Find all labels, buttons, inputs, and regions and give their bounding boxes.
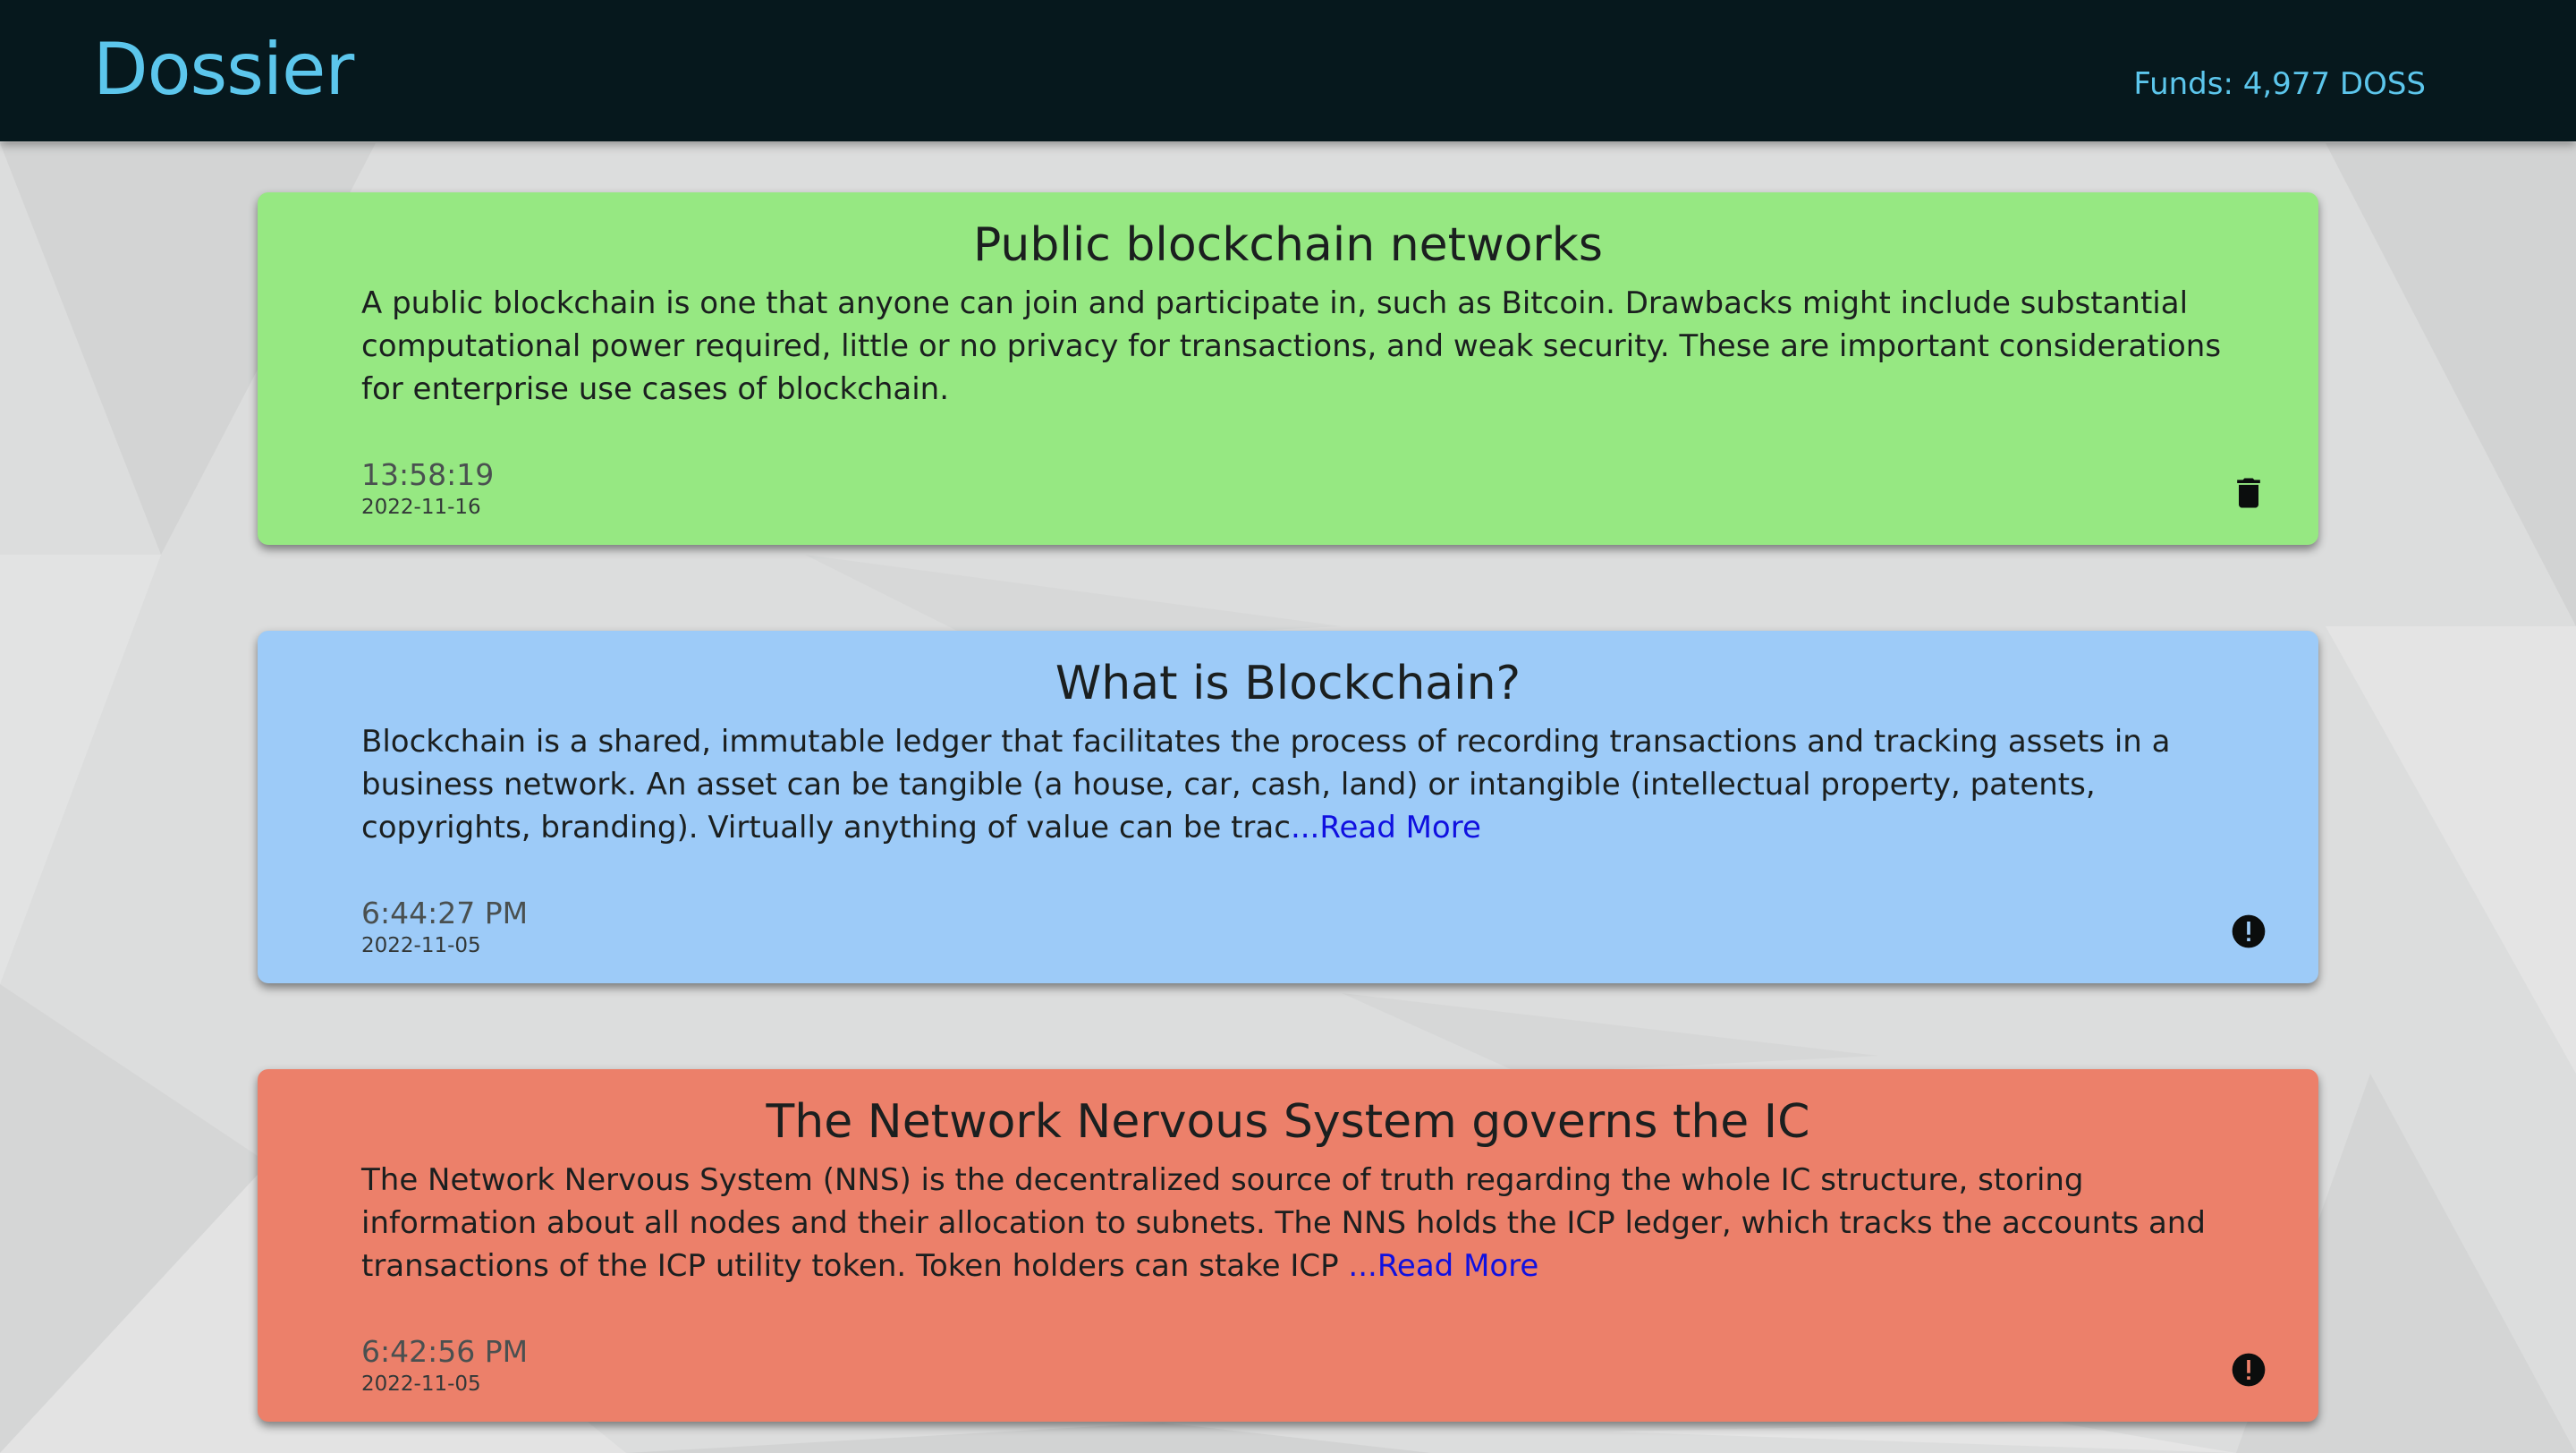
note-date: 2022-11-05 bbox=[361, 934, 481, 957]
app-logo[interactable]: Dossier bbox=[93, 25, 354, 115]
note-card: The Network Nervous System governs the I… bbox=[258, 1069, 2318, 1422]
read-more-link[interactable]: ...Read More bbox=[1291, 810, 1481, 845]
note-date: 2022-11-05 bbox=[361, 1372, 481, 1396]
note-title: The Network Nervous System governs the I… bbox=[766, 1095, 1810, 1149]
note-title: What is Blockchain? bbox=[1055, 657, 1521, 710]
note-card: What is Blockchain? Blockchain is a shar… bbox=[258, 631, 2318, 983]
alert-circle-icon[interactable] bbox=[2229, 912, 2268, 951]
note-body-text: Blockchain is a shared, immutable ledger… bbox=[361, 724, 2171, 845]
funds-balance: Funds: 4,977 DOSS bbox=[2133, 66, 2426, 102]
note-title: Public blockchain networks bbox=[972, 218, 1603, 272]
note-date: 2022-11-16 bbox=[361, 496, 481, 519]
app-header: Dossier Funds: 4,977 DOSS bbox=[0, 0, 2576, 141]
note-time: 6:42:56 PM bbox=[361, 1334, 529, 1369]
note-card: Public blockchain networks A public bloc… bbox=[258, 192, 2318, 545]
note-body-text: A public blockchain is one that anyone c… bbox=[361, 285, 2222, 407]
trash-icon[interactable] bbox=[2229, 473, 2268, 513]
note-body: Blockchain is a shared, immutable ledger… bbox=[361, 720, 2240, 849]
note-time: 6:44:27 PM bbox=[361, 896, 529, 930]
note-body: A public blockchain is one that anyone c… bbox=[361, 282, 2240, 411]
read-more-link[interactable]: ...Read More bbox=[1348, 1248, 1538, 1284]
note-time: 13:58:19 bbox=[361, 457, 495, 492]
note-body-text: The Network Nervous System (NNS) is the … bbox=[361, 1162, 2206, 1284]
note-body: The Network Nervous System (NNS) is the … bbox=[361, 1159, 2240, 1287]
alert-circle-icon[interactable] bbox=[2229, 1350, 2268, 1389]
